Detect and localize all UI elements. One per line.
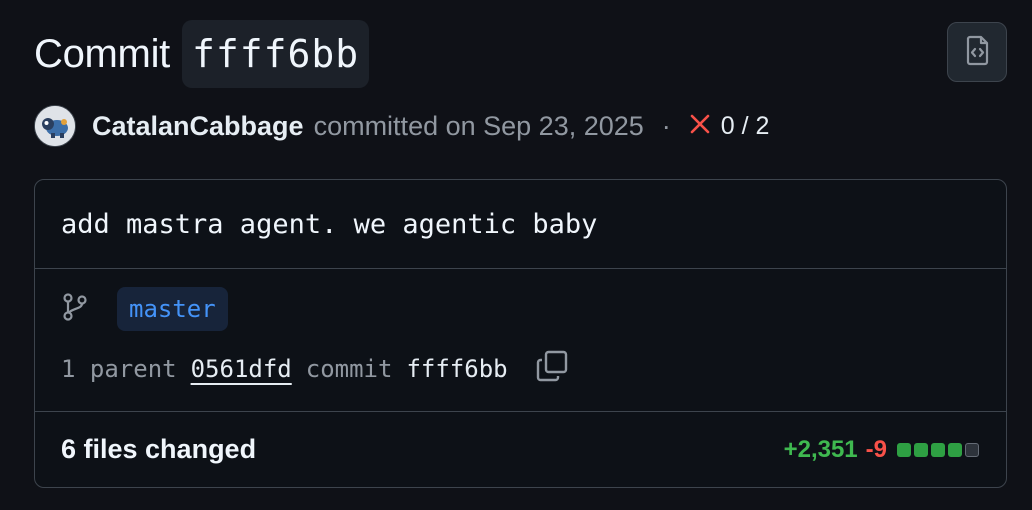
diffstat-block-add: [931, 442, 945, 457]
check-count: 0 / 2: [720, 111, 770, 140]
diffstat: +2,351 -9: [784, 412, 982, 487]
branch-row: master: [61, 287, 228, 331]
branch-link[interactable]: master: [117, 287, 228, 331]
additions-count: +2,351: [783, 435, 858, 463]
diffstat-blocks: [897, 442, 982, 457]
author-link[interactable]: CatalanCabbage: [92, 111, 304, 142]
file-code-icon: [962, 34, 992, 71]
diffstat-block-add: [897, 442, 911, 457]
commit-sha-value: ffff6bb: [406, 355, 508, 383]
deletions-count: -9: [865, 435, 887, 463]
separator-dot: ·: [661, 110, 671, 141]
parent-row: 1 parent 0561dfd commit ffff6bb: [61, 347, 570, 391]
page-title: Commit: [34, 31, 170, 76]
commit-label: commit: [305, 355, 393, 383]
commit-author-line: CatalanCabbage committed on Sep 23, 2025…: [34, 104, 769, 148]
diffstat-block-add: [948, 442, 962, 457]
commit-message: add mastra agent. we agentic baby: [35, 180, 1006, 269]
parent-label: 1 parent: [61, 355, 177, 383]
avatar[interactable]: [34, 105, 76, 147]
check-status-button[interactable]: 0 / 2: [689, 111, 770, 142]
commit-page: Commit ffff6bb CatalanCabbage committed …: [0, 0, 1032, 510]
copy-sha-button[interactable]: [534, 350, 570, 388]
files-changed-label: 6 files changed: [61, 434, 257, 464]
commit-date-text: committed on Sep 23, 2025: [313, 110, 644, 141]
files-changed-row: 6 files changed +2,351 -9: [35, 412, 1006, 487]
commit-header: Commit ffff6bb: [34, 20, 370, 88]
git-branch-icon: [61, 292, 89, 327]
x-icon: [689, 111, 711, 142]
diffstat-block-add: [914, 442, 928, 457]
commit-details-box: add mastra agent. we agentic baby master…: [34, 179, 1007, 488]
commit-meta: master 1 parent 0561dfd commit ffff6bb: [35, 269, 1006, 412]
copy-icon: [536, 350, 568, 388]
commit-message-text: add mastra agent. we agentic baby: [61, 208, 598, 240]
parent-sha-link[interactable]: 0561dfd: [191, 355, 292, 383]
commit-sha-heading: ffff6bb: [181, 20, 370, 88]
browse-files-button[interactable]: [947, 22, 1007, 82]
diffstat-block-neutral: [965, 442, 979, 457]
